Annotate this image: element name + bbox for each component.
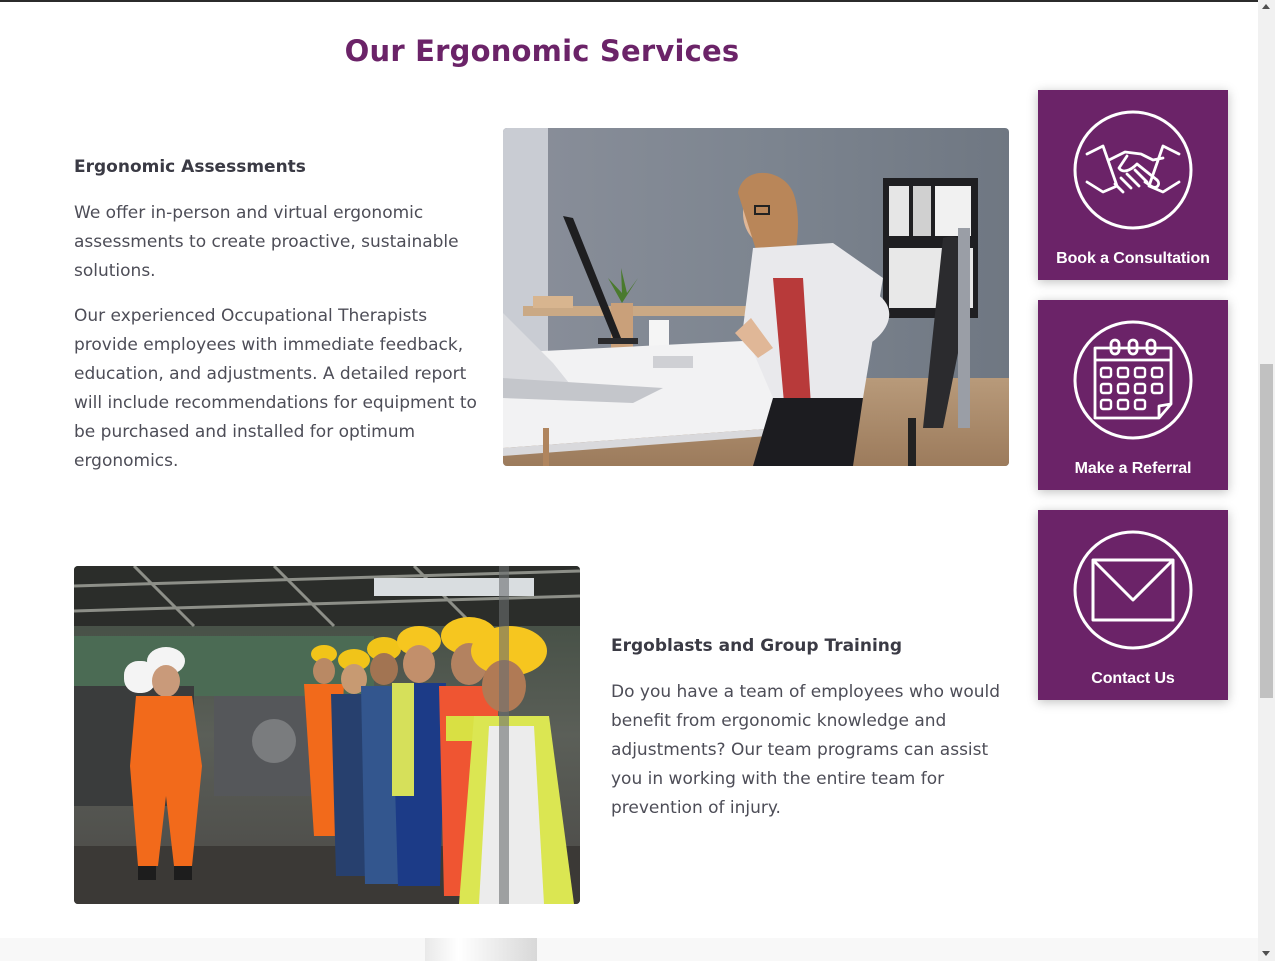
training-heading: Ergoblasts and Group Training — [611, 636, 903, 656]
make-referral-button[interactable]: Make a Referral — [1038, 300, 1228, 490]
scroll-down-arrow-icon[interactable] — [1262, 951, 1270, 956]
assessments-paragraph-2: Our experienced Occupational Therapists … — [74, 306, 477, 471]
top-border — [0, 0, 1258, 2]
scroll-up-arrow-icon[interactable] — [1262, 4, 1270, 9]
book-consultation-button[interactable]: Book a Consultation — [1038, 90, 1228, 280]
calendar-icon — [1071, 318, 1195, 442]
envelope-icon — [1071, 528, 1195, 652]
vertical-scrollbar[interactable] — [1258, 0, 1275, 961]
next-section-image-edge — [425, 938, 537, 961]
assessments-heading: Ergonomic Assessments — [74, 157, 306, 177]
training-paragraph: Do you have a team of employees who woul… — [611, 682, 1001, 818]
make-referral-label: Make a Referral — [1074, 460, 1192, 477]
page-title: Our Ergonomic Services — [344, 34, 740, 68]
book-consultation-label: Book a Consultation — [1056, 250, 1210, 267]
next-section-edge — [0, 938, 1258, 961]
assessments-paragraph-1: We offer in-person and virtual ergonomic… — [74, 203, 459, 281]
scroll-thumb[interactable] — [1260, 364, 1273, 698]
factory-workers-training-photo — [74, 566, 580, 904]
handshake-icon — [1071, 108, 1195, 232]
office-worker-back-pain-photo — [503, 128, 1009, 466]
contact-us-button[interactable]: Contact Us — [1038, 510, 1228, 700]
contact-us-label: Contact Us — [1091, 670, 1175, 687]
